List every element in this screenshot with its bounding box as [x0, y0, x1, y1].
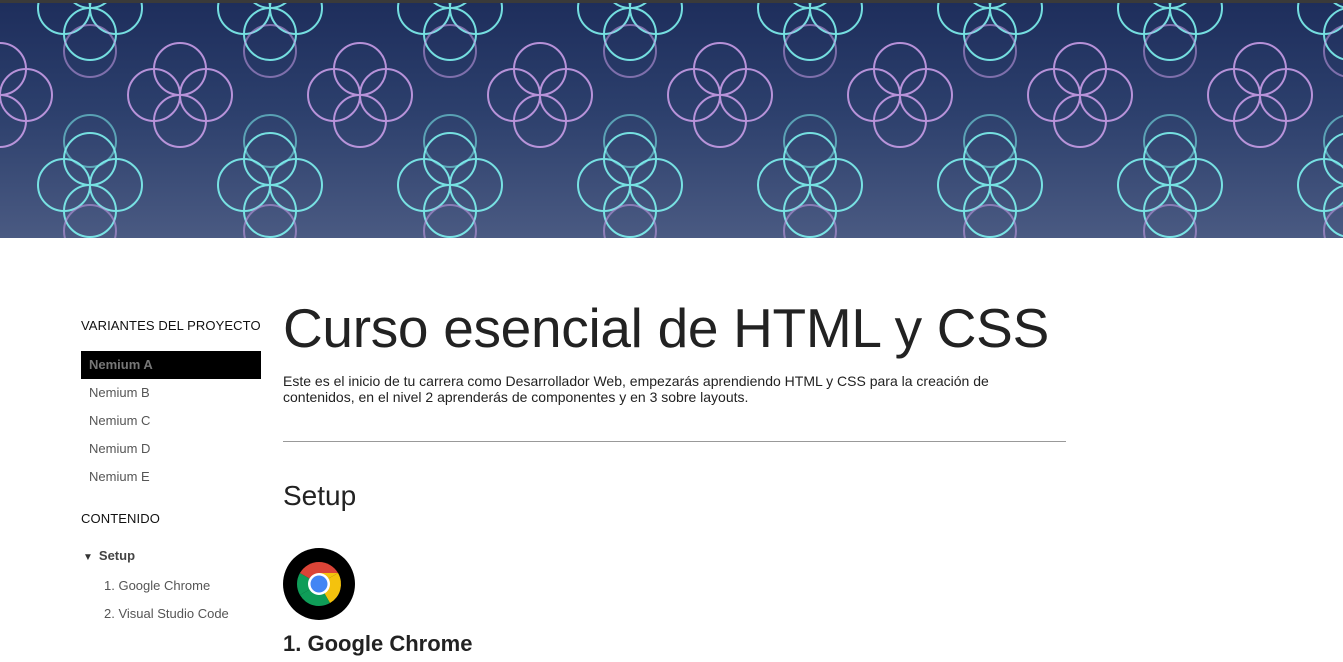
triangle-down-icon: ▼ [83, 552, 93, 563]
variant-item-nemium-a[interactable]: Nemium A [81, 351, 261, 379]
toc-section-setup[interactable]: ▼ Setup [81, 548, 261, 563]
intro-paragraph: Este es el inicio de tu carrera como Des… [283, 373, 989, 405]
variant-item-nemium-b[interactable]: Nemium B [81, 379, 261, 407]
sidebar: VARIANTES DEL PROYECTO Nemium A Nemium B… [81, 318, 261, 633]
toc-item-google-chrome[interactable]: 1. Google Chrome [104, 577, 261, 605]
divider [283, 441, 1066, 442]
toc-section-label: Setup [98, 548, 136, 563]
page-title: Curso esencial de HTML y CSS [283, 297, 1049, 359]
contents-heading: CONTENIDO [81, 511, 160, 526]
toc-list: 1. Google Chrome 2. Visual Studio Code [81, 577, 261, 633]
variant-item-nemium-c[interactable]: Nemium C [81, 407, 261, 435]
variant-item-nemium-e[interactable]: Nemium E [81, 463, 261, 491]
variant-list: Nemium A Nemium B Nemium C Nemium D Nemi… [81, 351, 261, 491]
variant-item-nemium-d[interactable]: Nemium D [81, 435, 261, 463]
section-title: Setup [283, 480, 357, 511]
hero-banner [0, 0, 1343, 238]
variants-heading: VARIANTES DEL PROYECTO [81, 318, 261, 333]
main-content: Curso esencial de HTML y CSS Este es el … [283, 296, 1066, 657]
toc-item-visual-studio-code[interactable]: 2. Visual Studio Code [104, 605, 261, 633]
chrome-icon [283, 548, 355, 620]
quatrefoil-pattern [0, 3, 1343, 238]
app-title-google-chrome: 1. Google Chrome [283, 631, 473, 656]
